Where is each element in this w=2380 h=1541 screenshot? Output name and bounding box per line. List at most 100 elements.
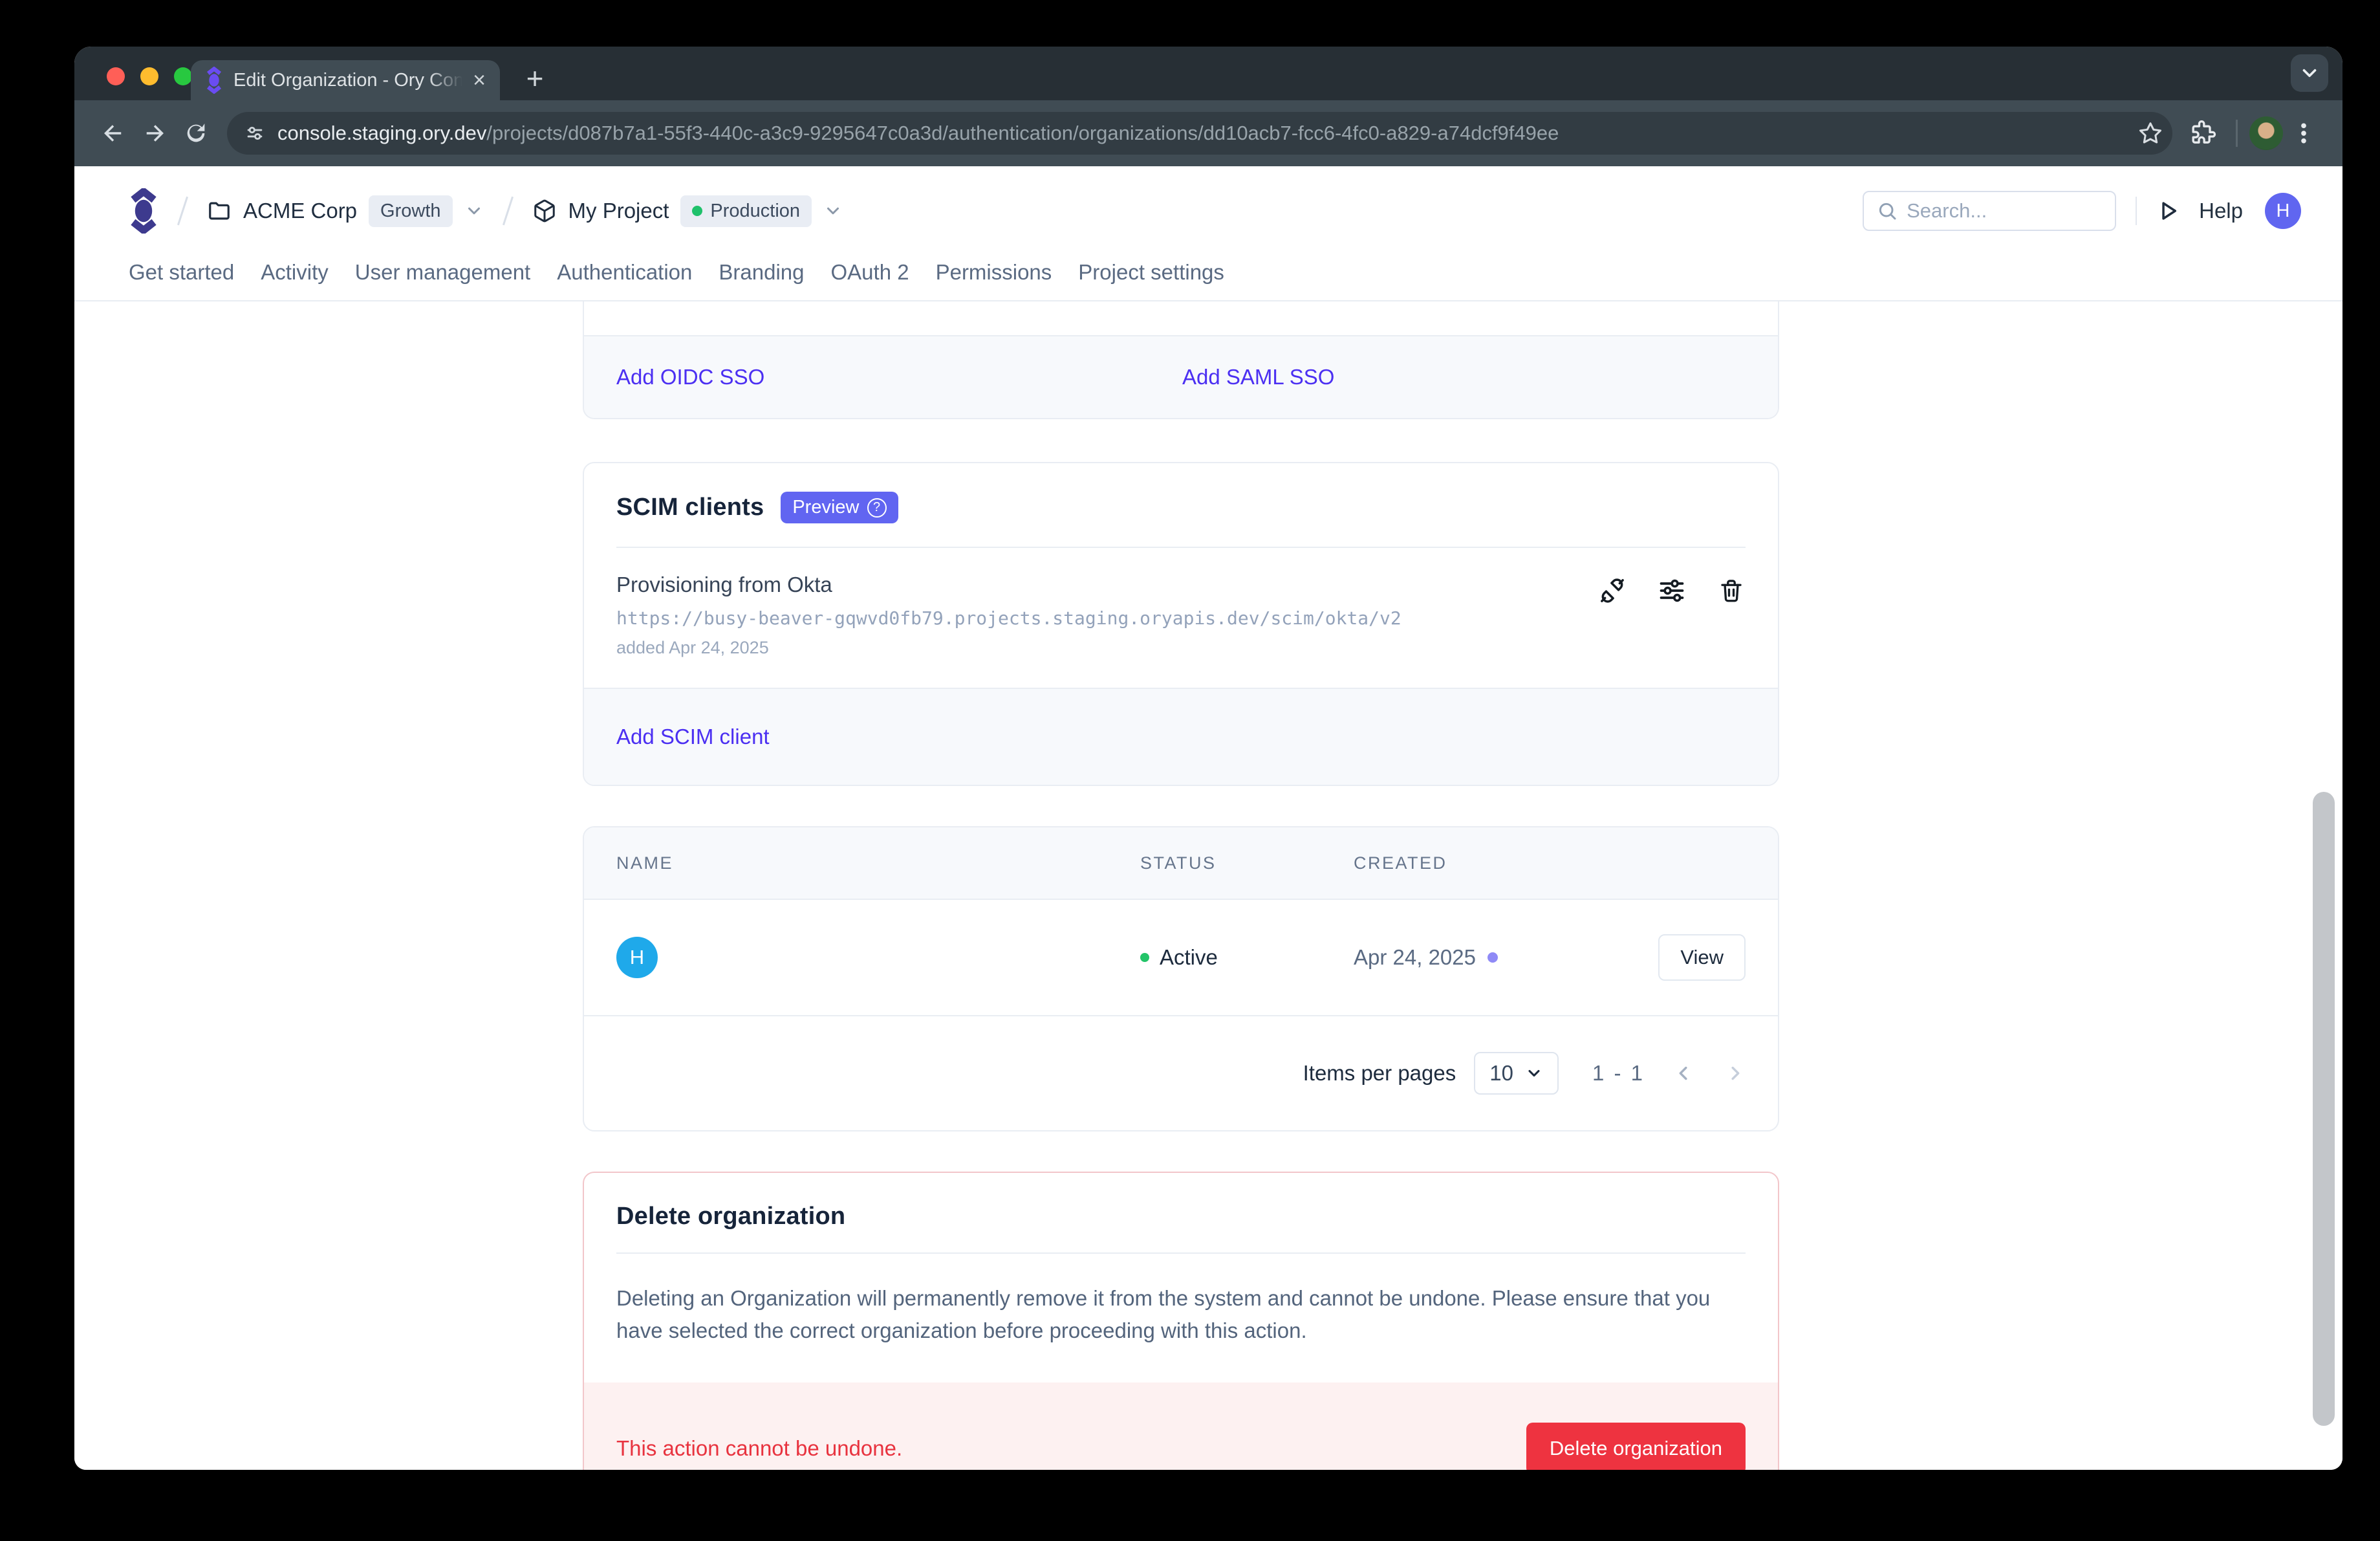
nav-activity[interactable]: Activity: [261, 260, 329, 285]
nav-authentication[interactable]: Authentication: [557, 260, 692, 285]
ory-favicon-icon: [205, 67, 223, 94]
browser-tab-strip: Edit Organization - Ory Conso × +: [74, 47, 2342, 100]
add-saml-sso-link[interactable]: Add SAML SSO: [1182, 365, 1334, 389]
delete-organization-button[interactable]: Delete organization: [1526, 1423, 1746, 1470]
add-oidc-sso-link[interactable]: Add OIDC SSO: [616, 365, 764, 389]
search-icon: [1877, 201, 1898, 221]
browser-menu-icon[interactable]: [2283, 113, 2324, 154]
environment-label: Production: [710, 201, 800, 222]
forward-button[interactable]: [134, 113, 175, 154]
nav-permissions[interactable]: Permissions: [936, 260, 1052, 285]
status-label: Active: [1160, 945, 1218, 970]
header-divider: [2136, 197, 2137, 225]
url-text: console.staging.ory.dev/projects/d087b7a…: [277, 122, 2126, 145]
scim-client-row: Provisioning from Okta https://busy-beav…: [584, 548, 1778, 658]
add-scim-client-link[interactable]: Add SCIM client: [616, 725, 770, 749]
chevron-down-icon: [2299, 62, 2320, 84]
table-row: H Active Apr 24, 2025 View: [584, 900, 1778, 1016]
column-header-status: STATUS: [1140, 853, 1354, 873]
app-header: ACME Corp Growth My Project Production: [74, 166, 2342, 249]
folder-icon: [207, 199, 232, 223]
configure-sliders-icon[interactable]: [1658, 576, 1686, 605]
status-cell: Active: [1140, 945, 1354, 970]
pagination-bar: Items per pages 10 1 - 1: [584, 1016, 1778, 1130]
browser-profile-avatar[interactable]: [2249, 116, 2283, 150]
help-link[interactable]: Help: [2199, 199, 2243, 223]
breadcrumb-separator: [502, 197, 513, 226]
created-info-dot[interactable]: [1488, 952, 1498, 963]
tab-search-button[interactable]: [2291, 54, 2328, 92]
scim-clients-card: SCIM clients Preview ? Provisioning from…: [583, 462, 1779, 786]
workspace-name: ACME Corp: [243, 199, 357, 223]
sso-card-footer: Add OIDC SSO Add SAML SSO: [584, 335, 1778, 418]
preview-badge-label: Preview: [792, 497, 859, 518]
sso-card: Add OIDC SSO Add SAML SSO: [583, 301, 1779, 419]
view-button[interactable]: View: [1658, 934, 1746, 981]
environment-badge: Production: [680, 195, 812, 227]
next-page-icon[interactable]: [1724, 1062, 1746, 1084]
tab-title: Edit Organization - Ory Conso: [233, 70, 462, 91]
playground-icon[interactable]: [2156, 199, 2181, 223]
delete-organization-card: Delete organization Deleting an Organiza…: [583, 1172, 1779, 1470]
breadcrumb-separator: [177, 197, 188, 226]
search-box[interactable]: [1863, 191, 2116, 231]
project-nav: Get started Activity User management Aut…: [74, 249, 2342, 301]
column-header-name: NAME: [616, 853, 1140, 873]
main-column: Add OIDC SSO Add SAML SSO SCIM clients P…: [74, 301, 1779, 1470]
organization-avatar: H: [616, 937, 658, 978]
page-size-select[interactable]: 10: [1474, 1052, 1559, 1095]
delete-trash-icon[interactable]: [1717, 576, 1746, 605]
test-connection-icon[interactable]: [1598, 576, 1627, 605]
tab-close-icon[interactable]: ×: [473, 69, 486, 91]
nav-project-settings[interactable]: Project settings: [1078, 260, 1224, 285]
bookmark-star-icon[interactable]: [2137, 120, 2163, 146]
extensions-icon[interactable]: [2183, 113, 2224, 154]
nav-user-management[interactable]: User management: [355, 260, 530, 285]
scim-client-added-date: added Apr 24, 2025: [616, 638, 1401, 658]
delete-organization-title: Delete organization: [616, 1203, 1746, 1230]
delete-warning-text: This action cannot be undone.: [616, 1436, 902, 1461]
organization-table-card: NAME STATUS CREATED H Active Apr 24, 202…: [583, 826, 1779, 1131]
macos-minimize-button[interactable]: [140, 67, 158, 85]
scim-client-url: https://busy-beaver-gqwvd0fb79.projects.…: [616, 607, 1401, 629]
project-name: My Project: [568, 199, 669, 223]
toolbar-divider: [2236, 120, 2238, 147]
previous-page-icon[interactable]: [1673, 1062, 1695, 1084]
user-avatar[interactable]: H: [2265, 193, 2301, 229]
nav-get-started[interactable]: Get started: [129, 260, 234, 285]
url-bar[interactable]: console.staging.ory.dev/projects/d087b7a…: [227, 112, 2172, 155]
page-content: ACME Corp Growth My Project Production: [74, 166, 2342, 1470]
nav-oauth2[interactable]: OAuth 2: [831, 260, 909, 285]
environment-status-dot: [692, 206, 702, 216]
created-date: Apr 24, 2025: [1354, 945, 1476, 970]
workspace-switcher[interactable]: ACME Corp Growth: [207, 195, 484, 227]
macos-zoom-button[interactable]: [174, 67, 192, 85]
delete-organization-footer: This action cannot be undone. Delete org…: [584, 1383, 1778, 1470]
active-status-dot: [1140, 953, 1149, 962]
macos-close-button[interactable]: [107, 67, 125, 85]
site-settings-icon[interactable]: [244, 122, 266, 144]
url-host: console.staging.ory.dev: [277, 122, 486, 144]
nav-branding[interactable]: Branding: [719, 260, 804, 285]
scim-client-name: Provisioning from Okta: [616, 573, 1401, 597]
search-input[interactable]: [1907, 199, 2102, 223]
preview-badge[interactable]: Preview ?: [781, 492, 898, 523]
page-scrollbar-thumb[interactable]: [2313, 792, 2335, 1426]
chevron-down-icon: [823, 201, 843, 221]
plan-badge: Growth: [369, 195, 452, 227]
project-switcher[interactable]: My Project Production: [532, 195, 843, 227]
column-header-created: CREATED: [1354, 853, 1629, 873]
table-header-row: NAME STATUS CREATED: [584, 827, 1778, 900]
browser-window: Edit Organization - Ory Conso × +: [74, 47, 2342, 1470]
back-button[interactable]: [92, 113, 134, 154]
browser-tab[interactable]: Edit Organization - Ory Conso ×: [191, 60, 500, 100]
chevron-down-icon: [1525, 1064, 1543, 1082]
url-path: /projects/d087b7a1-55f3-440c-a3c9-929564…: [486, 122, 1559, 144]
browser-toolbar: console.staging.ory.dev/projects/d087b7a…: [74, 100, 2342, 166]
delete-organization-description: Deleting an Organization will permanentl…: [616, 1282, 1735, 1346]
section-divider: [616, 1252, 1746, 1254]
chevron-down-icon: [464, 201, 484, 221]
ory-logo[interactable]: [129, 188, 158, 234]
new-tab-button[interactable]: +: [519, 64, 550, 95]
reload-button[interactable]: [175, 113, 217, 154]
